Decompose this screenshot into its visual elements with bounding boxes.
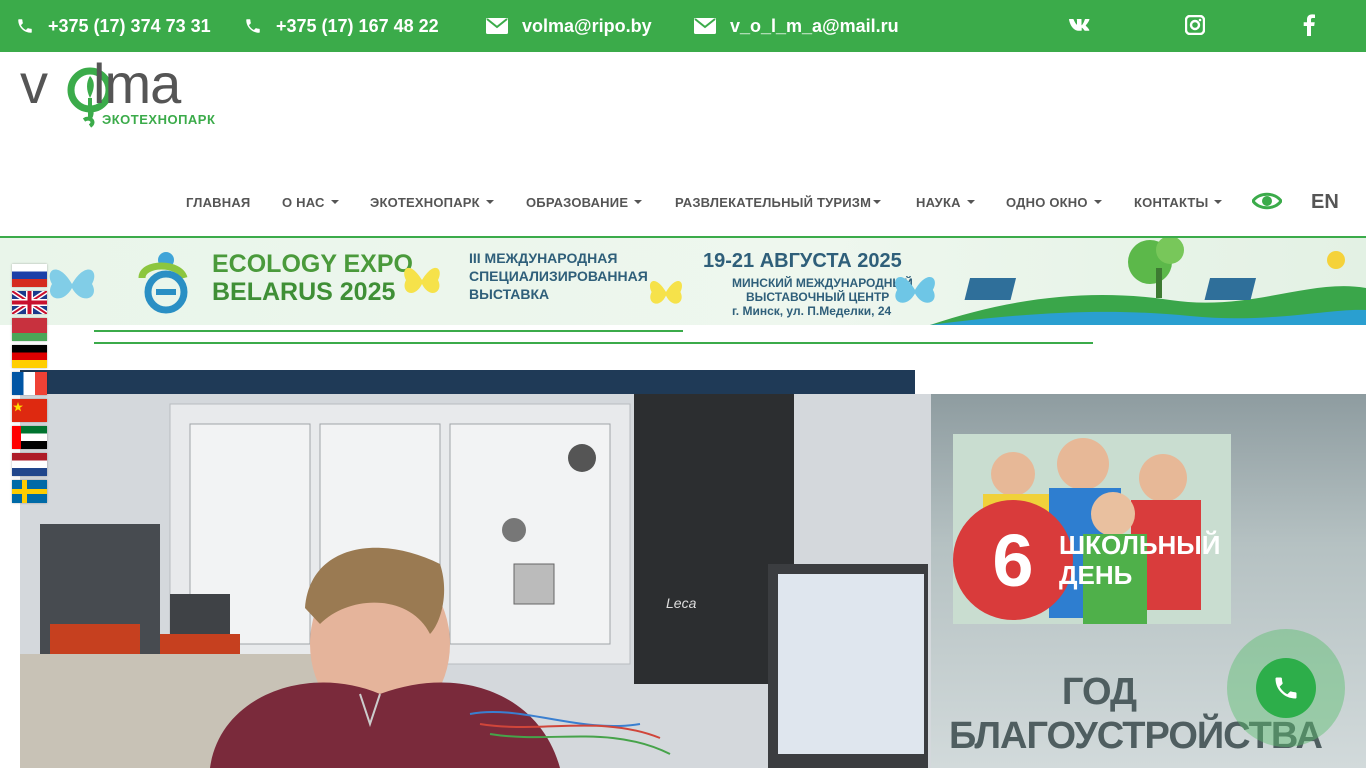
vk-link[interactable] (1068, 12, 1094, 38)
nav-ecotechnopark[interactable]: ЭКОТЕХНОПАРК (370, 186, 494, 218)
flag-ae-icon[interactable] (12, 426, 47, 449)
email-text-1: volma@ripo.by (522, 15, 652, 36)
flag-ru-icon[interactable] (12, 264, 47, 287)
facebook-icon (1303, 14, 1315, 36)
expo-title-2: BELARUS 2025 (212, 278, 396, 306)
expo-venue-1: МИНСКИЙ МЕЖДУНАРОДНЫЙ (732, 276, 913, 290)
email-text-2: v_o_l_m_a@mail.ru (730, 15, 899, 36)
top-contact-bar: +375 (17) 374 73 31 +375 (17) 167 48 22 … (0, 0, 1366, 52)
school-day-line-2: ДЕНЬ (1059, 560, 1133, 590)
expo-title-1: ECOLOGY EXPO (212, 250, 413, 278)
phone-icon (18, 19, 32, 33)
phone-link-1[interactable]: +375 (17) 374 73 31 (16, 0, 211, 52)
nav-contacts[interactable]: КОНТАКТЫ (1134, 186, 1223, 218)
expo-venue-2: ВЫСТАВОЧНЫЙ ЦЕНТР (746, 290, 890, 304)
language-switch-en[interactable]: EN (1311, 186, 1339, 218)
decor-line-2 (94, 342, 1093, 344)
email-link-1[interactable]: volma@ripo.by (486, 0, 652, 52)
logo-wordmark: v lma (20, 52, 181, 115)
caret-down-icon (873, 200, 882, 204)
expo-emblem-icon (138, 252, 188, 314)
butterfly-icon (49, 269, 95, 299)
nav-science-label: НАУКА (916, 194, 961, 210)
logo-subtitle: ЭКОТЕХНОПАРК (102, 112, 216, 127)
svg-text:Leca: Leca (666, 595, 697, 611)
nav-education[interactable]: ОБРАЗОВАНИЕ (526, 186, 643, 218)
phone-text-1: +375 (17) 374 73 31 (48, 15, 211, 36)
flag-nl-icon[interactable] (12, 453, 47, 476)
flag-cn-icon[interactable] (12, 399, 47, 422)
nav-about[interactable]: О НАС (282, 186, 339, 218)
instagram-icon (1185, 15, 1205, 35)
slider-main-photo[interactable]: Leca (20, 394, 931, 768)
facebook-link[interactable] (1296, 12, 1322, 38)
nav-home-label: ГЛАВНАЯ (186, 194, 251, 210)
caret-down-icon (330, 200, 339, 204)
flag-by-icon[interactable] (12, 318, 47, 341)
instagram-link[interactable] (1182, 12, 1208, 38)
site-logo[interactable]: v lma ЭКОТЕХНОПАРК (20, 56, 230, 130)
year-line-1: ГОД (1061, 671, 1137, 713)
lab-photo-illustration: Leca (20, 394, 931, 768)
nav-contacts-label: КОНТАКТЫ (1134, 194, 1209, 210)
vk-icon (1069, 19, 1090, 31)
six-badge: 6 (953, 500, 1073, 620)
nav-home[interactable]: ГЛАВНАЯ (186, 186, 250, 218)
nav-about-label: О НАС (282, 194, 325, 210)
slider-header-bar (20, 370, 915, 394)
landscape-illustration (930, 238, 1366, 325)
main-navigation: ГЛАВНАЯ О НАС ЭКОТЕХНОПАРК ОБРАЗОВАНИЕ Р… (0, 186, 1366, 218)
caret-down-icon (1214, 200, 1223, 204)
eye-icon[interactable] (1252, 190, 1282, 212)
nav-one-window-label: ОДНО ОКНО (1006, 194, 1088, 210)
flag-gb-icon[interactable] (12, 291, 47, 314)
ecology-expo-banner[interactable]: ECOLOGY EXPO BELARUS 2025 III МЕЖДУНАРОД… (0, 238, 1366, 325)
nav-one-window[interactable]: ОДНО ОКНО (1006, 186, 1102, 218)
phone-icon (1275, 677, 1297, 699)
expo-venue-3: г. Минск, ул. П.Меделки, 24 (732, 304, 892, 318)
nav-education-label: ОБРАЗОВАНИЕ (526, 194, 629, 210)
nav-tourism-label: РАЗВЛЕКАТЕЛЬНЫЙ ТУРИЗМ (675, 194, 872, 210)
school-day-text: ШКОЛЬНЫЙ ДЕНЬ (1059, 530, 1220, 590)
envelope-icon (486, 18, 508, 34)
caret-down-icon (485, 200, 494, 204)
phone-icon (246, 19, 260, 33)
expo-desc-2: СПЕЦИАЛИЗИРОВАННАЯ (469, 268, 648, 284)
flag-se-icon[interactable] (12, 480, 47, 503)
envelope-icon (694, 18, 716, 34)
nav-ecotechnopark-label: ЭКОТЕХНОПАРК (370, 194, 480, 210)
email-link-2[interactable]: v_o_l_m_a@mail.ru (694, 0, 899, 52)
decor-line-1 (94, 330, 683, 332)
expo-desc-3: ВЫСТАВКА (469, 286, 550, 302)
caret-down-icon (634, 200, 643, 204)
caret-down-icon (966, 200, 975, 204)
year-line-2: БЛАГОУСТРОЙСТВА (949, 715, 1323, 757)
language-flags (12, 264, 47, 507)
nav-science[interactable]: НАУКА (916, 186, 975, 218)
callback-button[interactable] (1256, 658, 1316, 718)
flag-de-icon[interactable] (12, 345, 47, 368)
phone-link-2[interactable]: +375 (17) 167 48 22 (244, 0, 439, 52)
school-day-line-1: ШКОЛЬНЫЙ (1059, 530, 1221, 560)
butterfly-icon (649, 281, 683, 304)
year-of-improvement-text: ГОД БЛАГОУСТРОЙСТВА (949, 670, 1323, 758)
expo-desc-1: III МЕЖДУНАРОДНАЯ (469, 250, 618, 266)
caret-down-icon (1093, 200, 1102, 204)
butterfly-icon (404, 267, 440, 293)
expo-date: 19-21 АВГУСТА 2025 (703, 250, 902, 272)
phone-text-2: +375 (17) 167 48 22 (276, 15, 439, 36)
flag-fr-icon[interactable] (12, 372, 47, 395)
nav-tourism[interactable]: РАЗВЛЕКАТЕЛЬНЫЙ ТУРИЗМ (675, 186, 882, 218)
